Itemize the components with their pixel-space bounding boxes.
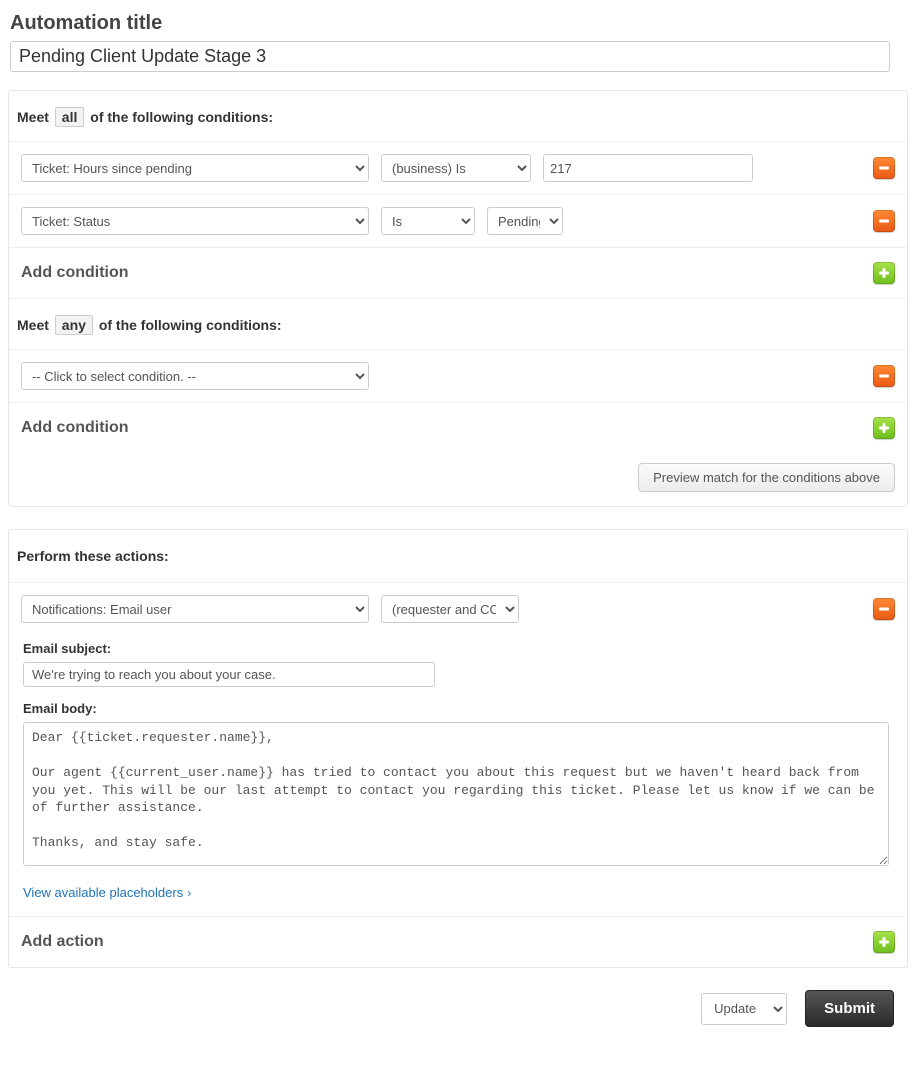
condition-field-select[interactable]: Ticket: Hours since pending [21, 154, 369, 182]
any-chip: any [55, 315, 93, 335]
page-title: Automation title [10, 12, 910, 35]
save-mode-select[interactable]: Update [701, 993, 787, 1025]
minus-icon [878, 215, 890, 227]
condition-value-input[interactable] [543, 154, 753, 182]
footer: Update Submit [6, 968, 910, 1049]
add-condition-button[interactable] [873, 417, 895, 439]
add-action-row: Add action [9, 916, 907, 967]
submit-button[interactable]: Submit [805, 990, 894, 1027]
minus-icon [878, 603, 890, 615]
actions-panel: Perform these actions: Notifications: Em… [8, 529, 908, 968]
minus-icon [878, 370, 890, 382]
conditions-all-panel: Meet all of the following conditions: Ti… [8, 90, 908, 507]
condition-operator-select[interactable]: Is [381, 207, 475, 235]
add-action-label: Add action [21, 933, 104, 951]
remove-condition-button[interactable] [873, 365, 895, 387]
add-condition-row: Add condition [9, 402, 907, 453]
email-body-label: Email body: [23, 701, 907, 716]
add-condition-row: Add condition [9, 247, 907, 298]
action-target-select[interactable]: (requester and CCs) [381, 595, 519, 623]
condition-row: Ticket: Status Is Pending [9, 194, 907, 247]
all-chip: all [55, 107, 85, 127]
action-row: Notifications: Email user (requester and… [9, 582, 907, 635]
automation-title-input[interactable] [10, 41, 890, 72]
condition-field-select[interactable]: Ticket: Status [21, 207, 369, 235]
email-subject-input[interactable] [23, 662, 435, 687]
chevron-right-icon: › [187, 886, 191, 900]
conditions-any-header: Meet any of the following conditions: [9, 298, 907, 349]
condition-field-select[interactable]: -- Click to select condition. -- [21, 362, 369, 390]
remove-condition-button[interactable] [873, 210, 895, 232]
remove-condition-button[interactable] [873, 157, 895, 179]
email-subject-label: Email subject: [23, 641, 907, 656]
action-type-select[interactable]: Notifications: Email user [21, 595, 369, 623]
plus-icon [878, 267, 890, 279]
add-condition-button[interactable] [873, 262, 895, 284]
conditions-all-header: Meet all of the following conditions: [9, 91, 907, 141]
actions-header: Perform these actions: [9, 530, 907, 582]
plus-icon [878, 936, 890, 948]
preview-match-button[interactable]: Preview match for the conditions above [638, 463, 895, 492]
condition-row: -- Click to select condition. -- [9, 349, 907, 402]
remove-action-button[interactable] [873, 598, 895, 620]
condition-operator-select[interactable]: (business) Is [381, 154, 531, 182]
condition-row: Ticket: Hours since pending (business) I… [9, 141, 907, 194]
view-placeholders-link[interactable]: View available placeholders› [23, 885, 191, 900]
add-condition-label: Add condition [21, 419, 129, 437]
minus-icon [878, 162, 890, 174]
add-condition-label: Add condition [21, 264, 129, 282]
add-action-button[interactable] [873, 931, 895, 953]
condition-value-select[interactable]: Pending [487, 207, 563, 235]
email-body-textarea[interactable]: Dear {{ticket.requester.name}}, Our agen… [23, 722, 889, 866]
plus-icon [878, 422, 890, 434]
